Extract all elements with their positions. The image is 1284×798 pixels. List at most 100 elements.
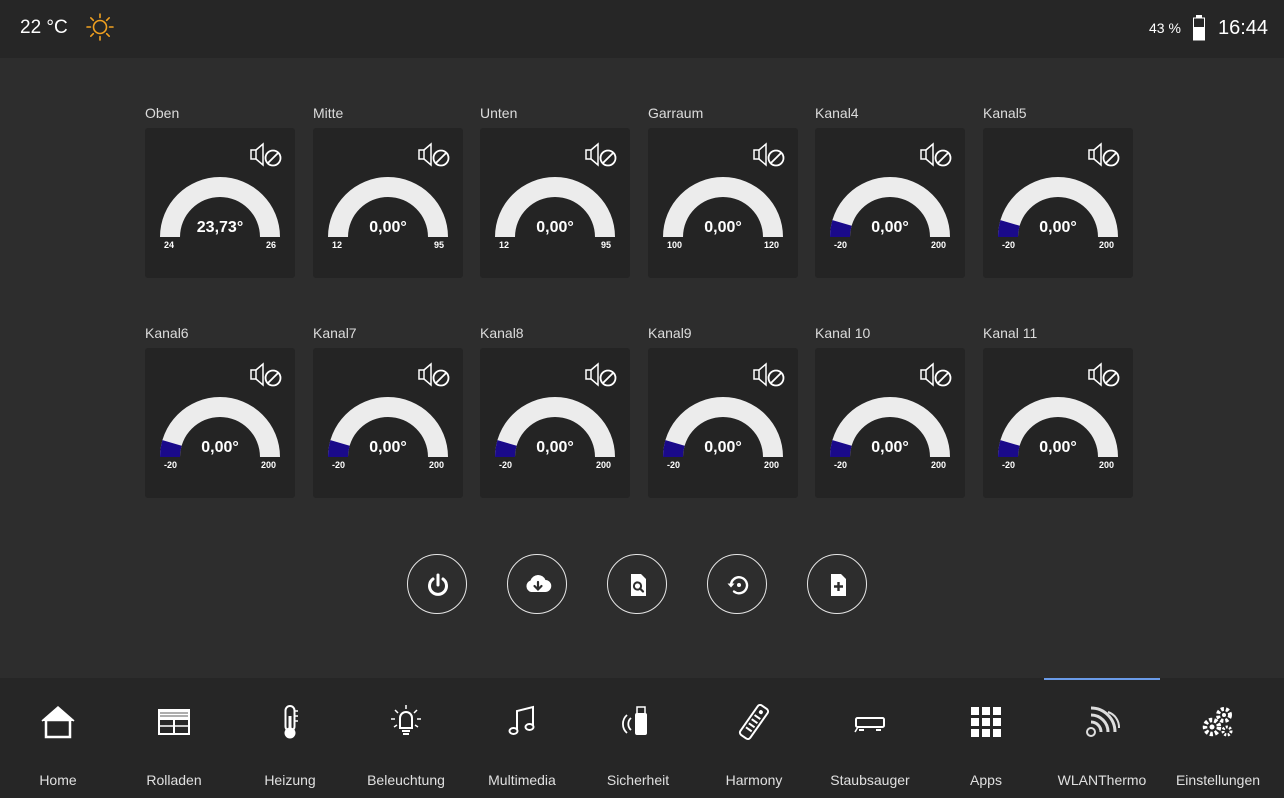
gauge-max: 200 (1098, 240, 1114, 250)
gauge-tile: 0,00° 100 120 (648, 128, 798, 278)
gauge-min: -20 (499, 460, 513, 470)
gauge-value: 0,00° (1039, 439, 1077, 456)
gauge-tile: 0,00° -20 200 (313, 348, 463, 498)
clock: 16:44 (1218, 17, 1269, 39)
gauge-tile: 0,00° -20 200 (983, 128, 1133, 278)
nav-einstellungen[interactable]: Einstellungen (1160, 678, 1276, 798)
gauge-label: Kanal5 (983, 105, 1027, 121)
outdoor-temperature: 22 °C (20, 17, 68, 38)
nav-wlanthermo[interactable]: WLANThermo (1044, 678, 1160, 798)
nav-rolladen[interactable]: Rolladen (116, 678, 232, 798)
nav-label: Sicherheit (606, 772, 670, 788)
gauge-min: -20 (1002, 240, 1016, 250)
nav-heizung[interactable]: Heizung (232, 678, 348, 798)
nav-sicherheit[interactable]: Sicherheit (580, 678, 696, 798)
mute-alarm-icon[interactable] (585, 362, 619, 390)
gauge-max: 95 (433, 240, 444, 250)
file-add-icon (831, 574, 846, 596)
nav-label: Staubsauger (830, 772, 910, 788)
mute-alarm-icon[interactable] (585, 142, 619, 170)
gauge-max: 200 (930, 240, 946, 250)
mute-alarm-icon[interactable] (920, 142, 954, 170)
mute-alarm-icon[interactable] (418, 142, 452, 170)
gauge-max: 200 (260, 460, 276, 470)
gauge-min: 12 (499, 240, 510, 250)
battery-icon (1193, 15, 1205, 41)
file-search-button[interactable] (607, 554, 667, 614)
gauge-max: 120 (763, 240, 779, 250)
gauge-min: -20 (667, 460, 681, 470)
nav-beleuchtung[interactable]: Beleuchtung (348, 678, 464, 798)
gauge-max: 200 (428, 460, 444, 470)
battery-percentage: 43 % (1149, 20, 1181, 36)
gauge-label: Kanal9 (648, 325, 692, 341)
power-icon (428, 573, 448, 596)
mute-alarm-icon[interactable] (1088, 142, 1122, 170)
nav-label: Beleuchtung (367, 772, 445, 788)
home-icon (41, 706, 75, 739)
mute-alarm-icon[interactable] (920, 362, 954, 390)
gauge-tile: 0,00° -20 200 (983, 348, 1133, 498)
gauge-label: Kanal4 (815, 105, 859, 121)
gauge-label: Kanal8 (480, 325, 524, 341)
gauge-max: 26 (265, 240, 276, 250)
mute-alarm-icon[interactable] (1088, 362, 1122, 390)
gauge-max: 200 (763, 460, 779, 470)
cloud-download-icon (526, 575, 552, 593)
nav-home[interactable]: Home (0, 678, 116, 798)
cloud-download-button[interactable] (507, 554, 567, 614)
gauge-tile: 0,00° -20 200 (145, 348, 295, 498)
gauge-value: 0,00° (536, 439, 574, 456)
apps-grid-icon (971, 707, 1001, 737)
gauge-value: 0,00° (536, 219, 574, 236)
file-add-button[interactable] (807, 554, 867, 614)
gauge-label: Unten (480, 105, 518, 121)
gauge-label: Kanal6 (145, 325, 189, 341)
gauge-min: -20 (332, 460, 346, 470)
gauge-tile: 23,73° 24 26 (145, 128, 295, 278)
mute-alarm-icon[interactable] (753, 362, 787, 390)
gauge-value: 0,00° (201, 439, 239, 456)
nav-apps[interactable]: Apps (928, 678, 1044, 798)
mute-alarm-icon[interactable] (250, 142, 284, 170)
gauge-label: Garraum (648, 105, 704, 121)
music-note-icon (508, 705, 535, 735)
mute-alarm-icon[interactable] (418, 362, 452, 390)
gauge-tile: 0,00° 12 95 (313, 128, 463, 278)
gauge-label: Kanal7 (313, 325, 357, 341)
mute-alarm-icon[interactable] (250, 362, 284, 390)
gauge-value: 0,00° (704, 439, 742, 456)
gauge-min: -20 (834, 460, 848, 470)
gauge-value: 0,00° (871, 219, 909, 236)
bottom-navigation: Home Rolladen Heizung Beleuchtung Multim… (0, 678, 1284, 798)
nav-harmony[interactable]: Harmony (696, 678, 812, 798)
gears-icon (1202, 707, 1233, 737)
power-button[interactable] (407, 554, 467, 614)
gauge-label: Mitte (313, 105, 344, 121)
gauge-value: 0,00° (369, 439, 407, 456)
gauge-min: 12 (332, 240, 343, 250)
status-bar: 22 °C 43 % 16:44 (0, 0, 1284, 58)
file-search-icon (631, 574, 646, 596)
gauge-value: 0,00° (1039, 219, 1077, 236)
remote-control-icon (738, 703, 770, 741)
nav-staubsauger[interactable]: Staubsauger (812, 678, 928, 798)
nav-multimedia[interactable]: Multimedia (464, 678, 580, 798)
alarm-icon (622, 706, 647, 735)
nav-label: Heizung (264, 772, 316, 788)
lightbulb-icon (391, 705, 421, 735)
gauge-tile: 0,00° 12 95 (480, 128, 630, 278)
mute-alarm-icon[interactable] (753, 142, 787, 170)
gauge-tile: 0,00° -20 200 (815, 128, 965, 278)
restore-button[interactable] (707, 554, 767, 614)
thermometer-icon (284, 705, 298, 739)
gauge-min: 100 (667, 240, 683, 250)
nav-label: Multimedia (488, 772, 556, 788)
gauge-max: 200 (595, 460, 611, 470)
gauge-tile: 0,00° -20 200 (480, 348, 630, 498)
gauge-label: Kanal 10 (815, 325, 871, 341)
gauge-tile: 0,00° -20 200 (815, 348, 965, 498)
wlanthermo-icon (1086, 706, 1121, 737)
restore-icon (727, 576, 749, 595)
gauge-value: 0,00° (369, 219, 407, 236)
